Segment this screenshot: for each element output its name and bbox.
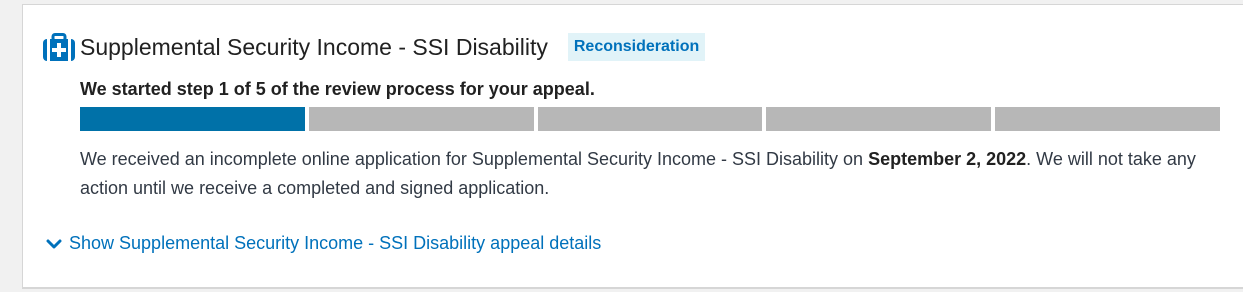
chevron-down-icon xyxy=(45,235,63,253)
description-date: September 2, 2022 xyxy=(868,149,1027,169)
progress-segment-2 xyxy=(308,107,534,131)
progress-segment-3 xyxy=(537,107,763,131)
card-title: Supplemental Security Income - SSI Disab… xyxy=(80,33,548,60)
progress-bar xyxy=(80,107,1220,131)
medical-briefcase-icon xyxy=(43,33,75,61)
progress-segment-5 xyxy=(995,107,1220,131)
show-appeal-details-link[interactable]: Show Supplemental Security Income - SSI … xyxy=(45,233,601,254)
progress-segment-4 xyxy=(766,107,992,131)
status-badge: Reconsideration xyxy=(567,33,706,61)
status-description: We received an incomplete online applica… xyxy=(80,145,1220,203)
step-status-text: We started step 1 of 5 of the review pro… xyxy=(80,79,595,99)
card-header: Supplemental Security Income - SSI Disab… xyxy=(43,29,706,65)
progress-segment-1 xyxy=(80,107,305,131)
details-link-label: Show Supplemental Security Income - SSI … xyxy=(69,233,602,253)
appeal-card: Supplemental Security Income - SSI Disab… xyxy=(22,4,1243,289)
description-text-before: We received an incomplete online applica… xyxy=(80,149,869,169)
